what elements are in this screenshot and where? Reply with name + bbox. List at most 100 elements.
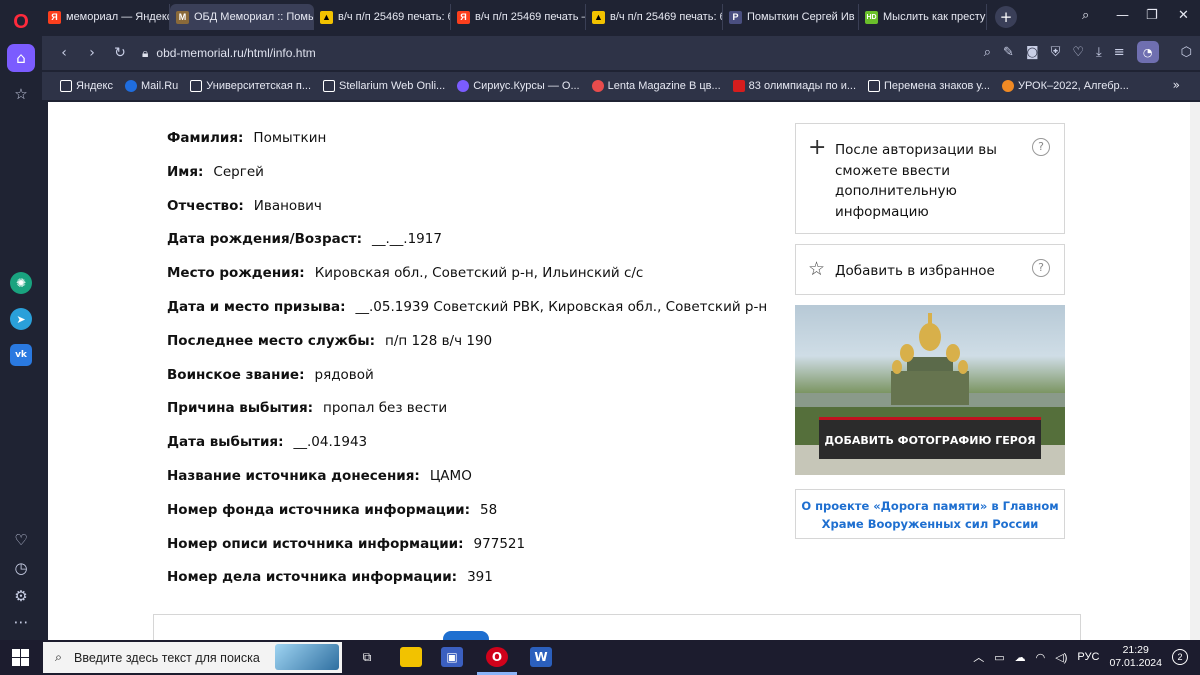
opera-logo-icon[interactable]: O [7,8,35,36]
profile-avatar-icon[interactable]: ◔ [1136,41,1159,63]
bookmark-stellarium[interactable]: Stellarium Web Onli... [323,80,445,92]
url-field[interactable]: 🔒︎ obd-memorial.ru/html/info.htm [142,46,316,61]
new-tab-plus-icon[interactable]: + [995,6,1017,28]
search-icon[interactable]: ⌕ [984,45,991,60]
address-actions: ⌕ ✎ ◙ ⛨ ♡ ⤓ ≡ ◔ ⬡ [984,41,1192,63]
tab-label: в/ч п/п 25469 печать: б [338,11,451,23]
notification-center-icon[interactable]: 2 [1172,649,1188,665]
mail-icon [125,80,137,92]
opera-taskbar-icon[interactable]: O [486,647,508,667]
menu-icon[interactable]: ≡ [1114,45,1125,60]
tab-hd-video[interactable]: HD Мыслить как преступ [859,4,987,30]
field-label: Имя [167,163,199,180]
about-project-link[interactable]: О проекте «Дорога памяти» в Главном Храм… [795,489,1065,539]
bookmark-university[interactable]: Университетская п... [190,80,311,92]
taskbar-clock[interactable]: 21:29 07.01.2024 [1109,644,1162,670]
windows-start-icon[interactable] [12,649,29,666]
battery-icon[interactable]: ▭ [994,651,1004,664]
field-value: Кировская обл., Советский р-н, Ильинский… [314,265,644,282]
heart-icon[interactable]: ♡ [1072,45,1084,60]
sun-icon [1001,80,1014,92]
extensions-cube-icon[interactable]: ⬡ [1181,45,1192,60]
wifi-icon[interactable]: ◠ [1036,651,1046,664]
add-favorite-card[interactable]: ☆ Добавить в избранное ? [795,244,1065,295]
tab-label: Помыткин Сергей Ив [747,11,855,23]
vk-icon[interactable]: vk [10,344,32,366]
settings-gear-icon[interactable]: ⚙ [7,582,35,610]
record-row-delo: Номер дела источника информации: 391 [167,569,493,586]
history-clock-icon[interactable]: ◷ [7,554,35,582]
add-hero-photo-button[interactable]: ДОБАВИТЬ ФОТОГРАФИЮ ГЕРОЯ [819,417,1041,459]
bookmark-mailru[interactable]: Mail.Ru [125,80,178,92]
toggle-switch[interactable] [443,631,489,640]
tab-search-icon[interactable]: ⌕ [1082,8,1089,23]
forward-arrow-icon[interactable]: › [78,45,106,61]
bookmark-olympiads[interactable]: 83 олимпиады по и... [732,80,856,92]
tab-yandex-2[interactable]: Я в/ч п/п 25469 печать – [451,4,586,30]
file-explorer-icon[interactable] [400,647,422,667]
bottom-panel [153,614,1081,640]
word-icon[interactable]: W [530,647,552,667]
telegram-icon[interactable]: ➤ [10,308,32,330]
bookmark-yandex[interactable]: Яндекс [60,80,113,92]
tab-yandex-search[interactable]: Я мемориал — Яндекс: н [42,4,170,30]
bookmark-lenta[interactable]: Lenta Magazine В цв... [591,80,721,92]
close-icon[interactable]: ✕ [1178,8,1189,23]
hd-favicon-icon: HD [865,10,878,24]
opera-sidebar: O ⌂ ☆ ✺ ➤ vk ♡ ◷ ⚙ ⋯ [0,0,42,640]
system-tray: ︿ ▭ ☁ ◠ ◁) РУС 21:29 07.01.2024 2 [973,644,1188,670]
cloud-icon[interactable]: ☁ [1015,651,1026,664]
field-label: Причина выбытия [167,400,308,417]
reload-icon[interactable]: ↻ [106,45,134,61]
volume-icon[interactable]: ◁) [1055,651,1067,664]
field-label: Номер дела источника информации [167,569,452,586]
address-bar: ‹ › ↻ 🔒︎ obd-memorial.ru/html/info.htm ⌕… [42,36,1200,70]
tab-obd-memorial[interactable]: M ОБД Мемориал :: Помыт [170,4,314,30]
task-view-icon[interactable]: ⧉ [356,647,378,667]
bookmark-peremena[interactable]: Перемена знаков у... [868,80,990,92]
speed-dial-star-icon[interactable]: ☆ [7,80,35,108]
plus-icon: + [808,135,827,160]
record-row-source: Название источника донесения: ЦАМО [167,467,472,484]
obd-favicon-icon: M [176,10,189,24]
record-row-name: Имя: Сергей [167,163,264,180]
tab-strip: Я мемориал — Яндекс: н M ОБД Мемориал ::… [42,0,1200,34]
edit-icon[interactable]: ✎ [1003,45,1014,60]
bookmark-label: Яндекс [76,80,113,92]
field-value: 58 [480,501,498,518]
sirius-icon [457,80,470,92]
camera-icon[interactable]: ◙ [1026,45,1039,60]
chevron-up-icon[interactable]: ︿ [973,649,984,665]
language-indicator[interactable]: РУС [1077,651,1099,663]
help-icon[interactable]: ? [1032,259,1050,277]
lenta-icon [591,80,604,92]
chatgpt-icon[interactable]: ✺ [10,272,32,294]
field-label: Отчество [167,197,239,214]
bookmark-sirius[interactable]: Сириус.Курсы — О... [457,80,580,92]
download-icon[interactable]: ⤓ [1096,45,1102,60]
auth-info-card[interactable]: + После авторизации вы сможете ввести до… [795,123,1065,234]
more-dots-icon[interactable]: ⋯ [7,608,35,636]
record-row-fond: Номер фонда источника информации: 58 [167,501,498,518]
help-icon[interactable]: ? [1032,138,1050,156]
star-icon: ☆ [808,258,826,280]
field-label: Место рождения [167,265,300,282]
minimize-icon[interactable]: — [1116,8,1129,23]
restore-icon[interactable]: ❐ [1146,8,1158,23]
home-icon[interactable]: ⌂ [7,44,35,72]
tab-images-1[interactable]: ▲ в/ч п/п 25469 печать: б [314,4,451,30]
bookmark-urok[interactable]: УРОК–2022, Алгебр... [1001,80,1129,92]
heart-icon[interactable]: ♡ [7,526,35,554]
back-arrow-icon[interactable]: ‹ [50,45,78,61]
tab-images-2[interactable]: ▲ в/ч п/п 25469 печать: б [586,4,723,30]
shield-icon[interactable]: ⛨ [1051,45,1061,60]
bookmarks-overflow-icon[interactable]: » [1173,78,1180,92]
tab-pamyat-naroda[interactable]: P Помыткин Сергей Ив [723,4,859,30]
page-scrollbar[interactable] [1190,102,1200,640]
m-logo-icon [868,80,881,92]
save-disk-icon[interactable]: ▣ [441,647,463,667]
bookmark-label: Stellarium Web Onli... [339,80,446,92]
page-icon [60,80,72,92]
field-value: пропал без вести [323,400,448,417]
bookmark-label: Lenta Magazine В цв... [607,80,721,92]
